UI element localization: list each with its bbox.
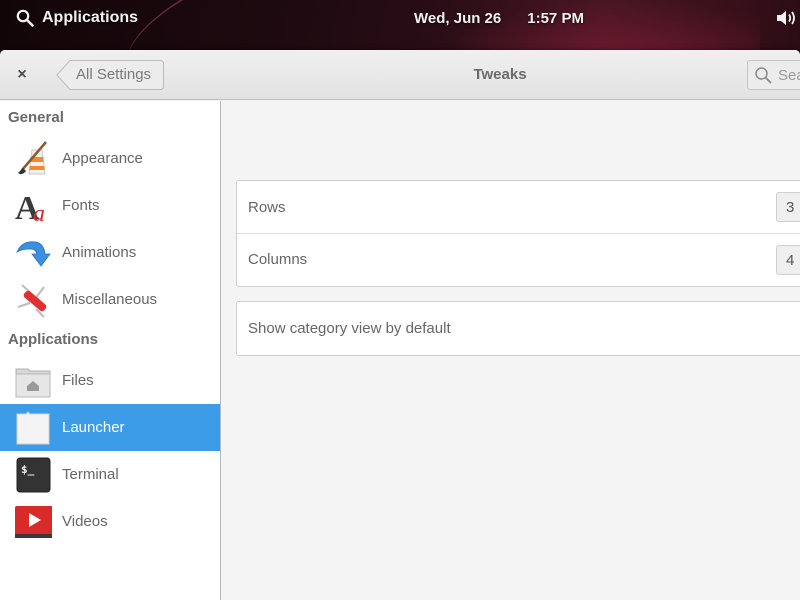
search-input[interactable] bbox=[778, 66, 800, 84]
close-button[interactable]: × bbox=[12, 65, 32, 85]
top-panel: Applications Wed, Jun 26 1:57 PM bbox=[0, 0, 800, 50]
setting-row-columns: Columns 4 bbox=[237, 233, 800, 285]
back-button[interactable]: All Settings bbox=[56, 60, 164, 90]
time-label: 1:57 PM bbox=[527, 9, 584, 27]
setting-label: Show category view by default bbox=[248, 319, 451, 337]
search-icon bbox=[16, 9, 34, 27]
sidebar-item-label: Videos bbox=[62, 513, 108, 530]
launcher-icon bbox=[14, 409, 52, 447]
columns-value: 4 bbox=[786, 251, 795, 269]
svg-text:a: a bbox=[33, 201, 45, 225]
videos-icon bbox=[14, 503, 52, 541]
sidebar-item-label: Appearance bbox=[62, 150, 143, 167]
search-icon bbox=[755, 67, 772, 84]
volume-icon bbox=[777, 11, 795, 25]
grid-settings-card: Rows 3 Columns 4 bbox=[236, 180, 800, 287]
setting-row-category-view: Show category view by default bbox=[237, 302, 800, 354]
sidebar-item-miscellaneous[interactable]: Miscellaneous bbox=[0, 276, 220, 323]
sidebar-item-videos[interactable]: Videos bbox=[0, 498, 220, 545]
date-label: Wed, Jun 26 bbox=[414, 9, 502, 27]
setting-row-rows: Rows 3 bbox=[237, 181, 800, 233]
sidebar-item-files[interactable]: Files bbox=[0, 357, 220, 404]
volume-indicator[interactable] bbox=[775, 8, 799, 28]
sidebar-item-label: Animations bbox=[62, 244, 137, 261]
applications-label: Applications bbox=[42, 9, 139, 26]
sidebar: General Appearance A a Fonts Animations … bbox=[0, 101, 221, 600]
close-icon: × bbox=[17, 66, 27, 83]
sidebar-item-launcher[interactable]: Launcher bbox=[0, 404, 220, 451]
header-bar: Tweaks × All Settings bbox=[0, 50, 800, 100]
applications-menu-button[interactable]: Applications bbox=[16, 8, 138, 28]
animation-arrow-icon bbox=[14, 234, 52, 272]
sidebar-item-animations[interactable]: Animations bbox=[0, 229, 220, 276]
back-button-label: All Settings bbox=[76, 66, 152, 83]
category-view-card: Show category view by default bbox=[236, 301, 800, 356]
rows-value: 3 bbox=[786, 198, 795, 216]
sidebar-item-terminal[interactable]: $_ Terminal bbox=[0, 451, 220, 498]
swiss-knife-icon bbox=[14, 281, 52, 319]
datetime-indicator[interactable]: Wed, Jun 26 1:57 PM bbox=[414, 8, 584, 28]
section-header-applications: Applications bbox=[8, 331, 99, 348]
setting-label: Rows bbox=[248, 198, 286, 216]
terminal-icon: $_ bbox=[14, 456, 52, 494]
paintbrush-icon bbox=[14, 140, 52, 178]
sidebar-item-label: Launcher bbox=[62, 419, 125, 436]
sidebar-item-label: Terminal bbox=[62, 466, 119, 483]
settings-window: Tweaks × All Settings General bbox=[0, 50, 800, 600]
setting-label: Columns bbox=[248, 251, 308, 268]
rows-spinbutton[interactable]: 3 bbox=[776, 192, 800, 222]
section-header-general: General bbox=[8, 109, 64, 126]
search-field[interactable] bbox=[747, 60, 800, 90]
sidebar-item-label: Files bbox=[62, 372, 94, 389]
launcher-settings-pane: Rows 3 Columns 4 Show category view by d… bbox=[221, 101, 800, 600]
wallpaper-decoration bbox=[109, 0, 451, 50]
sidebar-item-label: Fonts bbox=[62, 197, 100, 214]
folder-home-icon bbox=[14, 362, 52, 400]
fonts-icon: A a bbox=[14, 187, 52, 225]
sidebar-item-appearance[interactable]: Appearance bbox=[0, 135, 220, 182]
sidebar-item-label: Miscellaneous bbox=[62, 291, 158, 308]
columns-spinbutton[interactable]: 4 bbox=[776, 245, 800, 275]
sidebar-item-fonts[interactable]: A a Fonts bbox=[0, 182, 220, 229]
svg-text:$_: $_ bbox=[21, 463, 35, 476]
